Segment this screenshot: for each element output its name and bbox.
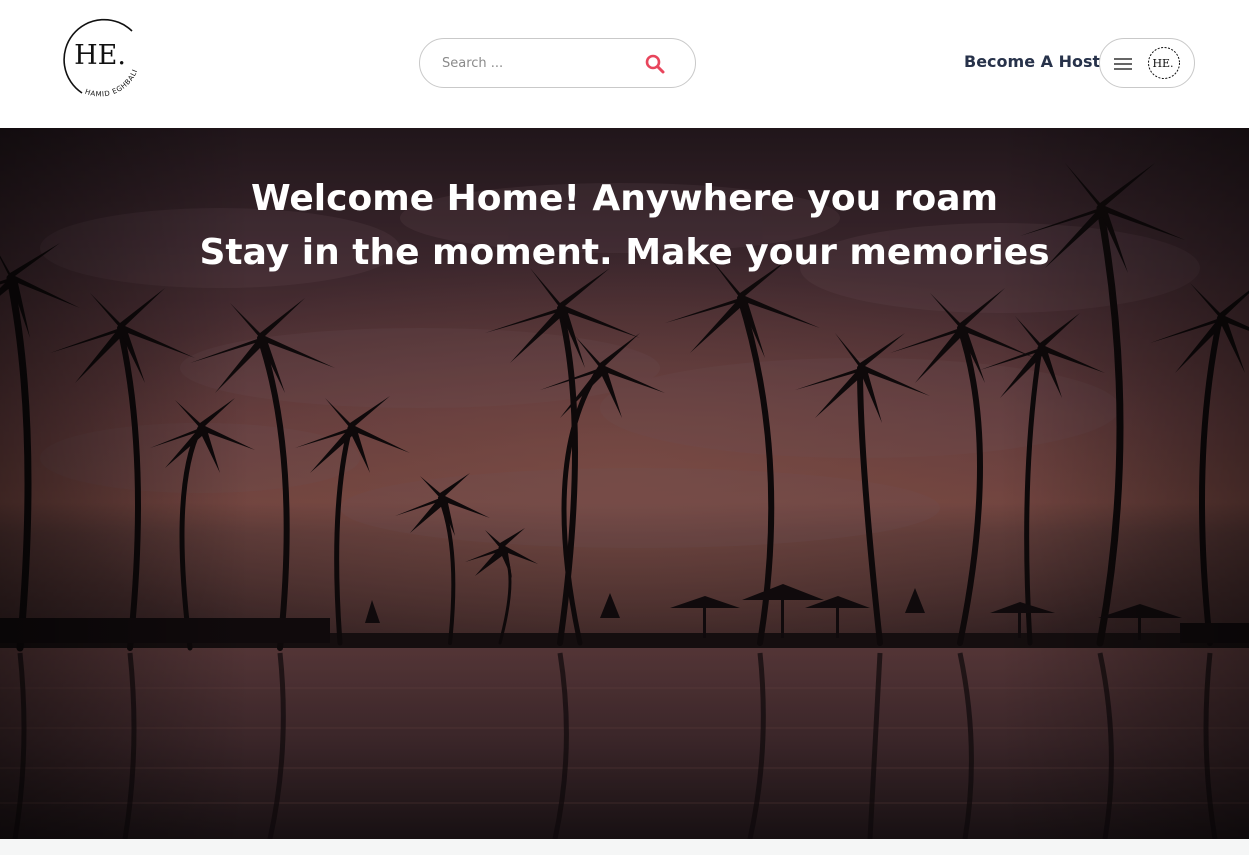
hero-banner: Welcome Home! Anywhere you roam Stay in … <box>0 128 1249 839</box>
brand-logo[interactable]: HE. HAMID EGHBALI <box>60 17 150 103</box>
user-menu-button[interactable]: HE. <box>1099 38 1195 88</box>
logo-mark: HE. HAMID EGHBALI <box>63 18 140 98</box>
hamburger-menu-icon <box>1113 54 1133 74</box>
avatar-text: HE. <box>1152 57 1173 70</box>
search-bar <box>419 38 696 88</box>
logo-name: HAMID EGHBALI <box>84 68 139 98</box>
page-bottom-strip <box>0 839 1249 855</box>
hero-headline: Welcome Home! Anywhere you roam Stay in … <box>0 172 1249 280</box>
hero-title-line-2: Stay in the moment. Make your memories <box>199 232 1050 273</box>
svg-text:HAMID EGHBALI: HAMID EGHBALI <box>84 68 140 98</box>
top-navbar: HE. HAMID EGHBALI Become A Host <box>0 0 1249 128</box>
hero-title-line-1: Welcome Home! Anywhere you roam <box>250 178 999 219</box>
become-host-link[interactable]: Become A Host <box>964 52 1100 71</box>
search-input[interactable] <box>440 51 630 75</box>
logo-monogram: HE. <box>74 40 126 71</box>
avatar: HE. <box>1147 46 1181 80</box>
search-icon[interactable] <box>644 53 666 75</box>
